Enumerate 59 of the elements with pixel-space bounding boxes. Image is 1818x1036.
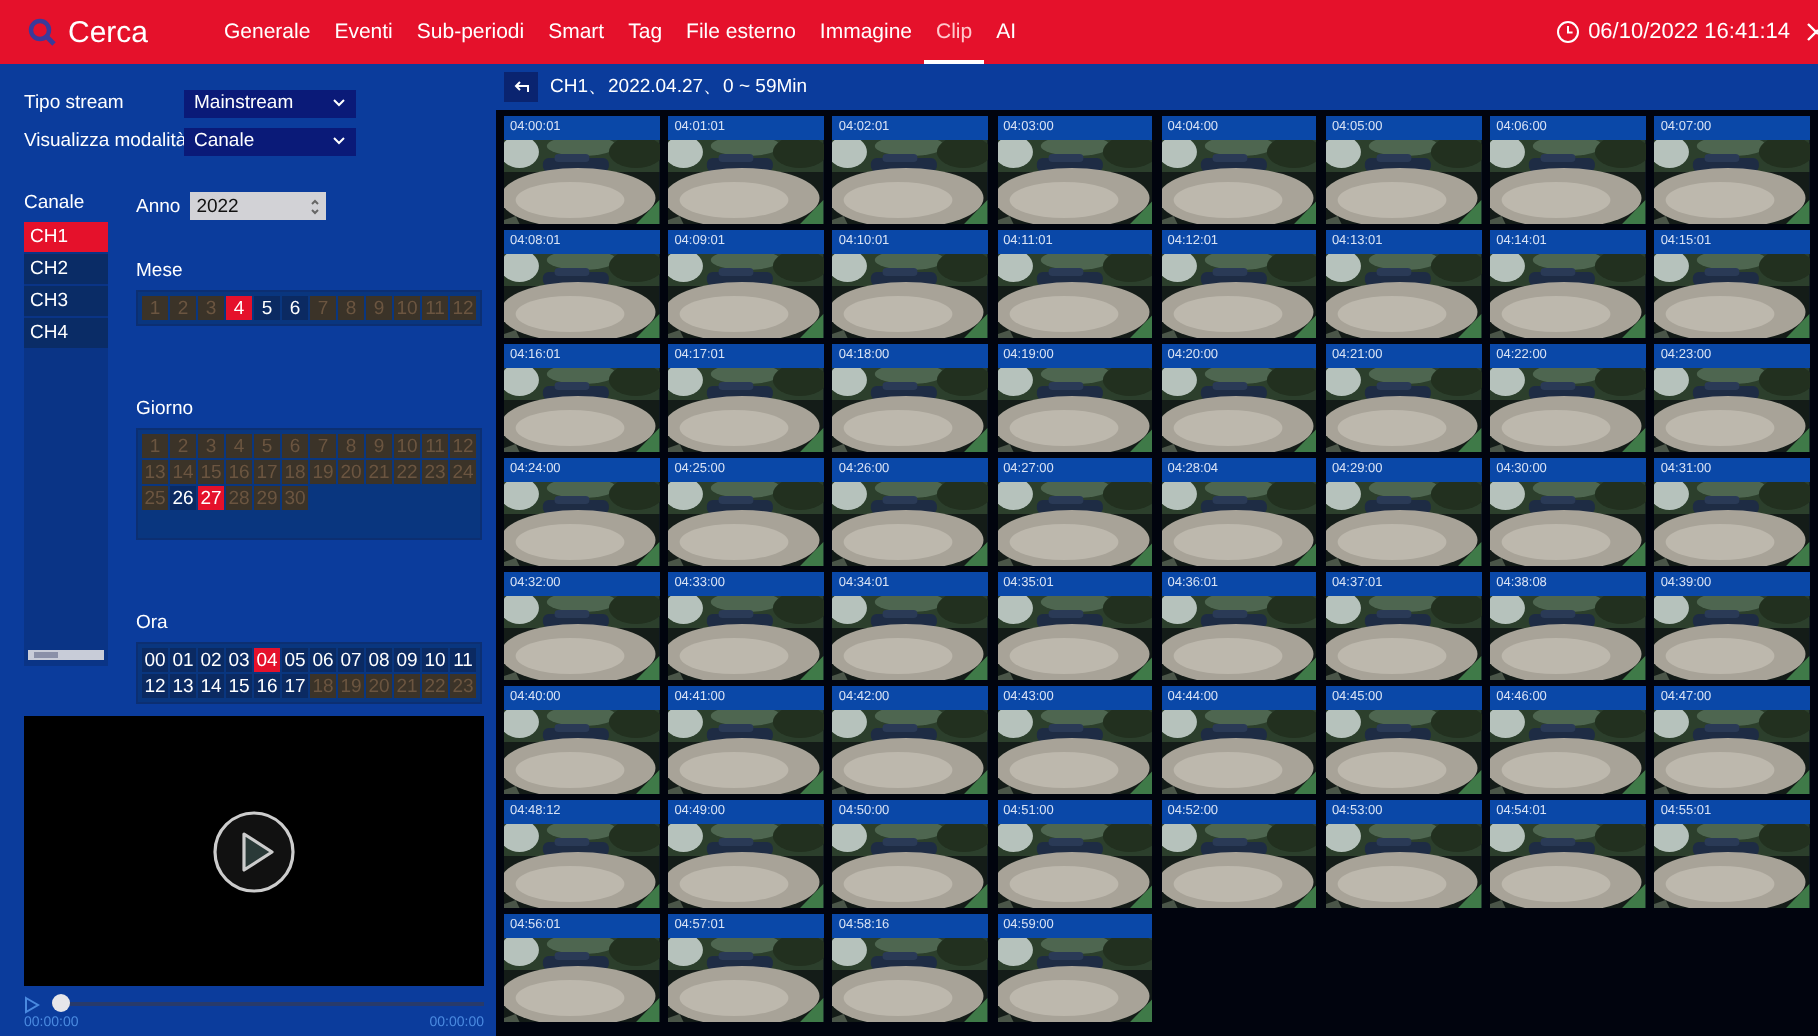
channel-item[interactable]: CH2 xyxy=(24,254,108,284)
picker-cell[interactable]: 02 xyxy=(198,648,224,672)
picker-cell[interactable]: 10 xyxy=(422,648,448,672)
nav-tab[interactable]: Sub-periodi xyxy=(404,0,537,64)
nav-tab[interactable]: Generale xyxy=(212,0,323,64)
field-label: Tipo stream xyxy=(24,92,126,114)
field-label: Visualizza modalità xyxy=(24,130,184,152)
picker-cell[interactable]: 04 xyxy=(254,648,280,672)
dropdown[interactable]: Mainstream xyxy=(184,89,356,117)
picker-cell[interactable]: 09 xyxy=(394,648,420,672)
picker-cell[interactable]: 6 xyxy=(282,296,308,320)
page-title: Cerca xyxy=(68,15,149,49)
nav-tab[interactable]: Smart xyxy=(536,0,617,64)
picker-cell[interactable]: 16 xyxy=(254,674,280,698)
year-spinbox[interactable]: 2022 xyxy=(190,192,327,220)
spinner-icon xyxy=(310,197,321,215)
picker-cell[interactable]: 08 xyxy=(366,648,392,672)
back-icon xyxy=(512,80,530,94)
section-label: Canale xyxy=(24,192,87,214)
picker-cell[interactable]: 11 xyxy=(450,648,476,672)
picker-cell[interactable]: 27 xyxy=(198,486,224,510)
picker-cell[interactable]: 4 xyxy=(226,296,252,320)
picker-cell[interactable]: 06 xyxy=(310,648,336,672)
picker-cell[interactable]: 5 xyxy=(254,296,280,320)
chevron-icon xyxy=(332,98,346,108)
picker-cell[interactable]: 03 xyxy=(226,648,252,672)
picker-cell[interactable]: 07 xyxy=(338,648,364,672)
section-label: Mese xyxy=(136,260,185,282)
picker-cell[interactable]: 17 xyxy=(282,674,308,698)
clock-icon xyxy=(1556,20,1581,44)
slider-thumb[interactable] xyxy=(52,994,70,1012)
picker-cell[interactable]: 01 xyxy=(170,648,196,672)
search-icon xyxy=(28,18,56,46)
channel-item[interactable]: CH4 xyxy=(24,318,108,348)
close-icon[interactable] xyxy=(1806,22,1818,42)
nav-tab[interactable]: AI xyxy=(984,0,1029,64)
picker-cell[interactable]: 05 xyxy=(282,648,308,672)
play-icon[interactable] xyxy=(212,809,296,893)
section-label: Ora xyxy=(136,612,170,634)
nav-tab[interactable]: Eventi xyxy=(322,0,405,64)
picker-cell[interactable]: 15 xyxy=(226,674,252,698)
chevron-icon xyxy=(332,136,346,146)
picker-cell[interactable]: 00 xyxy=(142,648,168,672)
section-label: Giorno xyxy=(136,398,196,420)
field-label: Anno xyxy=(136,195,181,217)
channel-item[interactable]: CH1 xyxy=(24,222,108,252)
date-time: 06/10/2022 16:41:14 xyxy=(1588,20,1790,44)
back-button[interactable] xyxy=(504,72,538,102)
picker-cell[interactable]: 14 xyxy=(198,674,224,698)
channel-item[interactable]: CH3 xyxy=(24,286,108,316)
picker-cell[interactable]: 12 xyxy=(142,674,168,698)
nav-tab[interactable]: File esterno xyxy=(674,0,808,64)
dropdown[interactable]: Canale xyxy=(184,127,356,155)
scrollbar[interactable] xyxy=(28,650,104,660)
nav-tab[interactable]: Tag xyxy=(616,0,675,64)
picker-cell[interactable]: 13 xyxy=(170,674,196,698)
clip-range-title: CH1、2022.04.27、0 ~ 59Min xyxy=(550,74,808,100)
nav-tab[interactable]: Immagine xyxy=(807,0,925,64)
picker-cell[interactable]: 26 xyxy=(170,486,196,510)
